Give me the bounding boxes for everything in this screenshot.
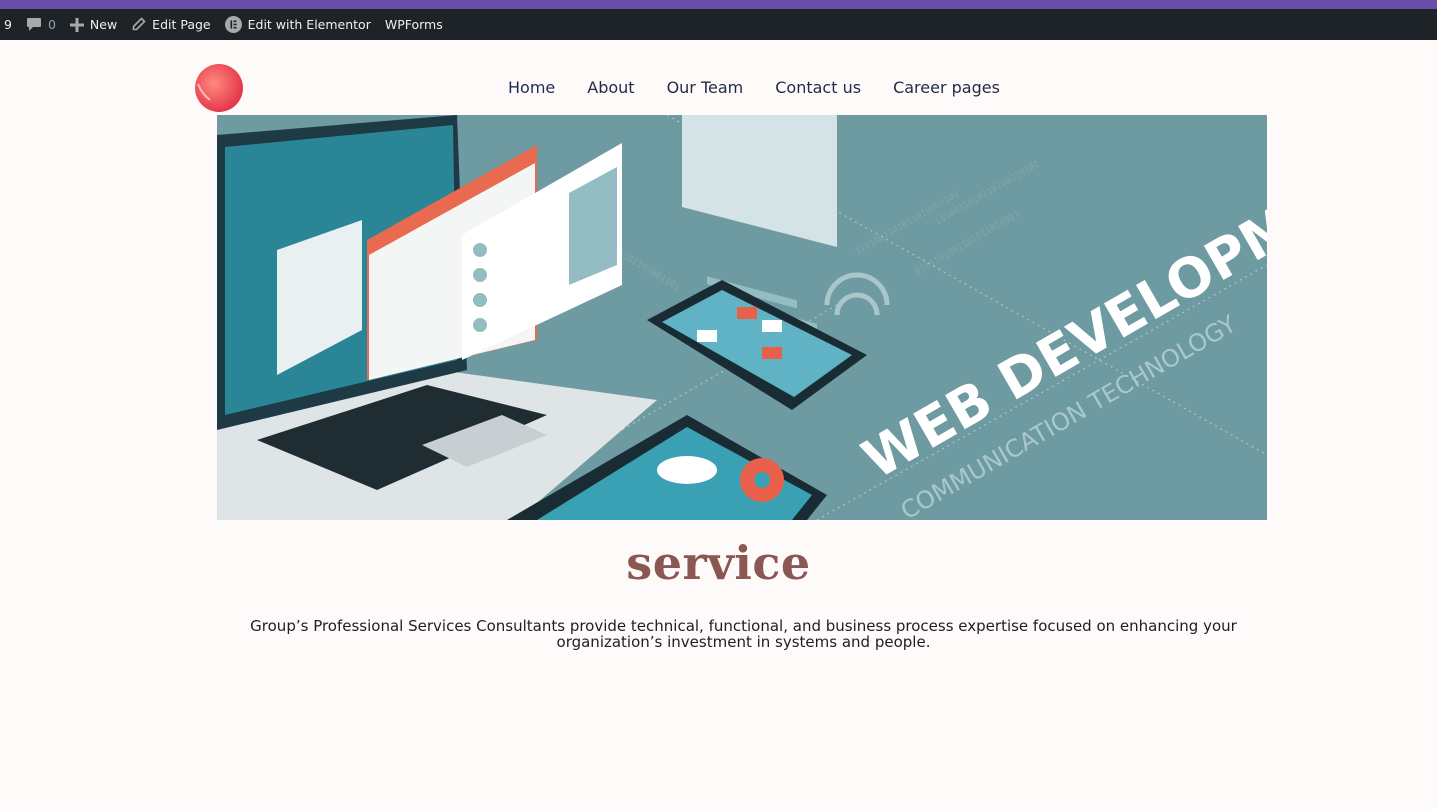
comments-count: 0 xyxy=(47,17,56,32)
wp-admin-bar: 9 0 New Edit Page Edit with Elementor WP… xyxy=(0,9,1437,40)
updates-item[interactable]: 9 xyxy=(4,17,12,32)
site-logo[interactable] xyxy=(190,64,244,114)
new-label: New xyxy=(89,17,118,32)
elementor-icon xyxy=(224,16,242,33)
pencil-icon xyxy=(131,17,146,32)
nav-contact-us[interactable]: Contact us xyxy=(775,78,861,97)
wpforms-label: WPForms xyxy=(384,17,443,32)
edit-with-elementor-button[interactable]: Edit with Elementor xyxy=(224,16,371,33)
plus-icon xyxy=(69,17,84,32)
new-content-button[interactable]: New xyxy=(69,17,118,32)
top-accent-stripe xyxy=(0,0,1437,9)
site-header: Home About Our Team Contact us Career pa… xyxy=(0,40,1437,115)
comments-item[interactable]: 0 xyxy=(26,17,56,32)
edit-page-button[interactable]: Edit Page xyxy=(131,17,211,32)
nav-career-pages[interactable]: Career pages xyxy=(893,78,1000,97)
nav-our-team[interactable]: Our Team xyxy=(667,78,744,97)
page-title: service xyxy=(626,536,811,590)
edit-page-label: Edit Page xyxy=(152,17,211,32)
wpforms-button[interactable]: WPForms xyxy=(385,17,443,32)
main-navigation: Home About Our Team Contact us Career pa… xyxy=(508,78,1000,97)
nav-about[interactable]: About xyxy=(587,78,634,97)
hero-image: 1101001101011010001101 01011010011010110… xyxy=(217,115,1267,520)
nav-home[interactable]: Home xyxy=(508,78,555,97)
comment-icon xyxy=(26,17,42,32)
elementor-label: Edit with Elementor xyxy=(247,17,371,32)
service-description: Group’s Professional Services Consultant… xyxy=(250,617,1237,651)
updates-count: 9 xyxy=(4,17,12,32)
